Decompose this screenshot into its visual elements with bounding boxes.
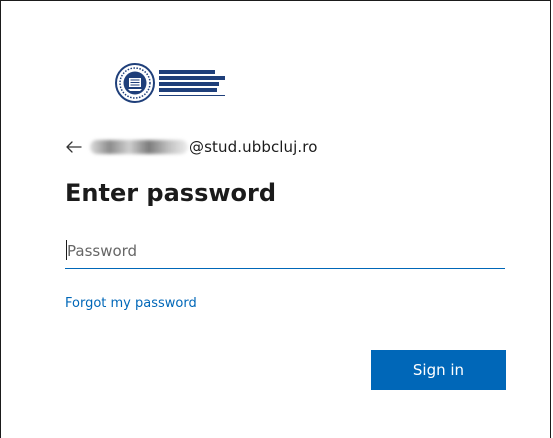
logo-underline <box>159 95 225 96</box>
signin-frame: @stud.ubbcluj.ro Enter password Forgot m… <box>0 0 551 438</box>
sign-in-button[interactable]: Sign in <box>371 350 506 390</box>
password-input[interactable] <box>65 233 505 269</box>
email-redacted-username <box>90 140 188 154</box>
back-arrow-icon[interactable] <box>66 137 88 157</box>
page-title: Enter password <box>65 179 277 207</box>
forgot-password-link[interactable]: Forgot my password <box>65 296 197 311</box>
university-seal-icon <box>115 63 155 103</box>
text-caret <box>66 240 67 260</box>
email-domain: @stud.ubbcluj.ro <box>189 138 318 156</box>
university-logo <box>115 63 235 108</box>
logo-text-line-4 <box>159 88 217 92</box>
logo-text-line-1 <box>159 70 215 74</box>
logo-text-line-2 <box>159 76 225 80</box>
logo-text-line-3 <box>159 82 219 86</box>
university-logo-text <box>159 70 229 94</box>
account-identity: @stud.ubbcluj.ro <box>66 135 318 159</box>
